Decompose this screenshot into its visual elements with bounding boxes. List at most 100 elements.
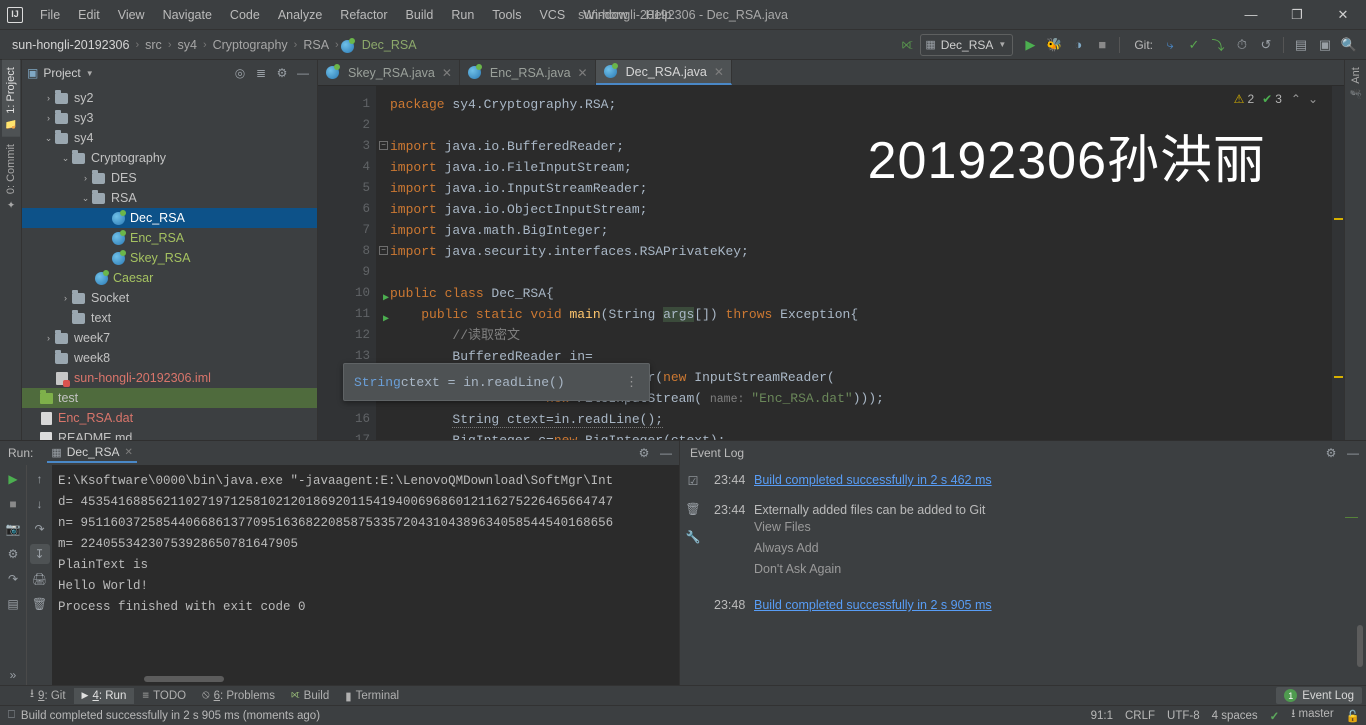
close-icon[interactable]: ✕ bbox=[442, 66, 452, 80]
soft-wrap-icon[interactable]: ↷ bbox=[30, 519, 50, 539]
menu-tools[interactable]: Tools bbox=[483, 4, 530, 26]
vcs-check-icon[interactable]: ✓ bbox=[1270, 709, 1280, 723]
error-stripe-mark[interactable] bbox=[1334, 376, 1343, 378]
tree-node-cryptography[interactable]: ⌄ Cryptography bbox=[22, 148, 317, 168]
breadcrumb-dec-rsa[interactable]: Dec_RSA bbox=[358, 36, 421, 54]
tree-node-week8[interactable]: week8 bbox=[22, 348, 317, 368]
run-with-coverage-icon[interactable]: ◑ bbox=[1067, 34, 1089, 56]
menu-run[interactable]: Run bbox=[442, 4, 483, 26]
tool-tab-build[interactable]: ⟖ Build bbox=[283, 687, 337, 704]
breadcrumb-src[interactable]: src bbox=[141, 36, 166, 54]
collapse-all-icon[interactable]: ≣ bbox=[252, 64, 270, 82]
event-action-always-add[interactable]: Always Add bbox=[754, 538, 1366, 559]
commit-icon[interactable]: ✓ bbox=[1183, 34, 1205, 56]
menu-help[interactable]: Help bbox=[637, 4, 681, 26]
event-log-entry[interactable]: 23:48 Build completed successfully in 2 … bbox=[714, 598, 1366, 612]
scroll-to-end-icon[interactable]: ↧ bbox=[29, 544, 50, 564]
breadcrumb-cryptography[interactable]: Cryptography bbox=[209, 36, 292, 54]
event-log-entry[interactable]: 23:44 Externally added files can be adde… bbox=[714, 503, 1366, 517]
menu-code[interactable]: Code bbox=[221, 4, 269, 26]
tree-node-week7[interactable]: › week7 bbox=[22, 328, 317, 348]
tree-node-caesar[interactable]: Caesar bbox=[22, 268, 317, 288]
sidebar-tab-ant[interactable]: 🐜 Ant bbox=[1347, 60, 1365, 107]
tree-node-text[interactable]: text bbox=[22, 308, 317, 328]
editor-tab-skey-rsa[interactable]: Skey_RSA.java ✕ bbox=[318, 60, 460, 85]
chevron-down-icon[interactable]: ▼ bbox=[86, 69, 94, 78]
close-icon[interactable]: ✕ bbox=[714, 65, 724, 79]
chevron-right-icon[interactable]: › bbox=[79, 173, 92, 183]
restore-layout-icon[interactable]: ↷ bbox=[3, 569, 23, 589]
chevron-right-icon[interactable]: › bbox=[59, 293, 72, 303]
event-message[interactable]: Build completed successfully in 2 s 905 … bbox=[754, 598, 992, 612]
run-configuration-selector[interactable]: ▦ Dec_RSA ▼ bbox=[920, 33, 1014, 56]
breadcrumb-project[interactable]: sun-hongli-20192306 bbox=[8, 36, 133, 54]
fold-icon[interactable]: − bbox=[379, 141, 388, 150]
event-message[interactable]: Build completed successfully in 2 s 462 … bbox=[754, 473, 992, 487]
tree-node-enc-rsa-dat[interactable]: Enc_RSA.dat bbox=[22, 408, 317, 428]
undo-icon[interactable]: ↺ bbox=[1255, 34, 1277, 56]
close-button[interactable]: ✕ bbox=[1320, 0, 1366, 29]
clear-all-icon[interactable]: 🗑 bbox=[683, 499, 703, 519]
clear-all-icon[interactable]: 🗑 bbox=[30, 594, 50, 614]
editor-tab-dec-rsa[interactable]: Dec_RSA.java ✕ bbox=[595, 60, 732, 85]
close-icon[interactable]: ✕ bbox=[578, 66, 588, 80]
event-log-entry[interactable]: 23:44 Build completed successfully in 2 … bbox=[714, 473, 1366, 487]
search-everywhere-icon[interactable]: 🔍 bbox=[1338, 34, 1360, 56]
sidebar-tab-commit[interactable]: ✦ 0: Commit bbox=[2, 137, 20, 216]
fold-icon[interactable]: − bbox=[379, 246, 388, 255]
breadcrumb-rsa[interactable]: RSA bbox=[299, 36, 333, 54]
tool-tab-problems[interactable]: ⦸ 6: Problems bbox=[194, 687, 283, 704]
run-gutter-icon[interactable]: ▶ bbox=[383, 288, 389, 309]
chevron-down-icon[interactable]: ⌄ bbox=[1308, 92, 1318, 106]
parameter-hint-popup[interactable]: String ctext = in.readLine() ⋮ bbox=[343, 363, 650, 401]
chevron-right-icon[interactable]: › bbox=[42, 113, 55, 123]
stop-icon[interactable]: ■ bbox=[3, 494, 23, 514]
line-separator[interactable]: CRLF bbox=[1125, 710, 1155, 722]
menu-window[interactable]: Window bbox=[574, 4, 636, 26]
menu-edit[interactable]: Edit bbox=[69, 4, 109, 26]
event-log-status-button[interactable]: 1 Event Log bbox=[1276, 687, 1362, 704]
layout-icon[interactable]: ▤ bbox=[3, 594, 23, 614]
event-action-dont-ask-again[interactable]: Don't Ask Again bbox=[754, 559, 1366, 580]
console-output[interactable]: E:\Ksoftware\0000\bin\java.exe "-javaage… bbox=[52, 465, 679, 685]
chevron-down-icon[interactable]: ⌄ bbox=[79, 193, 92, 204]
editor-tab-enc-rsa[interactable]: Enc_RSA.java ✕ bbox=[460, 60, 596, 85]
event-log-list[interactable]: 23:44 Build completed successfully in 2 … bbox=[706, 465, 1366, 685]
scroll-up-icon[interactable]: ↑ bbox=[30, 469, 50, 489]
error-stripe-mark[interactable] bbox=[1334, 218, 1343, 220]
camera-icon[interactable]: 📷 bbox=[3, 519, 23, 539]
thread-dump-icon[interactable]: ⚙ bbox=[3, 544, 23, 564]
stop-icon[interactable]: ■ bbox=[1091, 34, 1113, 56]
tree-node-iml-file[interactable]: sun-hongli-20192306.iml bbox=[22, 368, 317, 388]
tree-node-sy2[interactable]: › sy2 bbox=[22, 88, 317, 108]
debug-icon[interactable]: 🐝 bbox=[1043, 34, 1065, 56]
hide-panel-icon[interactable]: — bbox=[657, 444, 675, 462]
tree-node-enc-rsa[interactable]: Enc_RSA bbox=[22, 228, 317, 248]
caret-position[interactable]: 91:1 bbox=[1091, 710, 1113, 722]
project-structure-icon[interactable]: ▤ bbox=[1290, 34, 1312, 56]
menu-analyze[interactable]: Analyze bbox=[269, 4, 331, 26]
event-log-scrollbar[interactable] bbox=[1357, 625, 1363, 667]
layout-icon[interactable]: ▣ bbox=[1314, 34, 1336, 56]
maximize-button[interactable]: ❐ bbox=[1274, 0, 1320, 29]
settings-gear-icon[interactable]: ⚙ bbox=[635, 444, 653, 462]
chevron-right-icon[interactable]: › bbox=[42, 333, 55, 343]
settings-gear-icon[interactable]: ⚙ bbox=[1322, 444, 1340, 462]
tree-node-socket[interactable]: › Socket bbox=[22, 288, 317, 308]
tool-tab-run[interactable]: ▶ 4: Run bbox=[73, 687, 135, 704]
tree-node-des[interactable]: › DES bbox=[22, 168, 317, 188]
tree-node-sy3[interactable]: › sy3 bbox=[22, 108, 317, 128]
menu-refactor[interactable]: Refactor bbox=[331, 4, 396, 26]
chevron-right-icon[interactable]: › bbox=[42, 93, 55, 103]
print-icon[interactable]: 🖨 bbox=[30, 569, 50, 589]
scroll-down-icon[interactable]: ↓ bbox=[30, 494, 50, 514]
tool-tab-git[interactable]: ⭳ 9: Git bbox=[22, 684, 74, 707]
console-horizontal-scrollbar[interactable] bbox=[144, 676, 224, 682]
settings-gear-icon[interactable]: ⚙ bbox=[273, 64, 291, 82]
menu-vcs[interactable]: VCS bbox=[530, 4, 574, 26]
push-icon[interactable]: ⤵ bbox=[1207, 34, 1229, 56]
unlocked-icon[interactable]: 🔓 bbox=[1346, 709, 1360, 723]
back-arrow-icon[interactable]: ⟖ bbox=[896, 34, 918, 56]
expand-toolbar-icon[interactable]: » bbox=[3, 665, 23, 685]
history-icon[interactable]: ⏱ bbox=[1231, 34, 1253, 56]
